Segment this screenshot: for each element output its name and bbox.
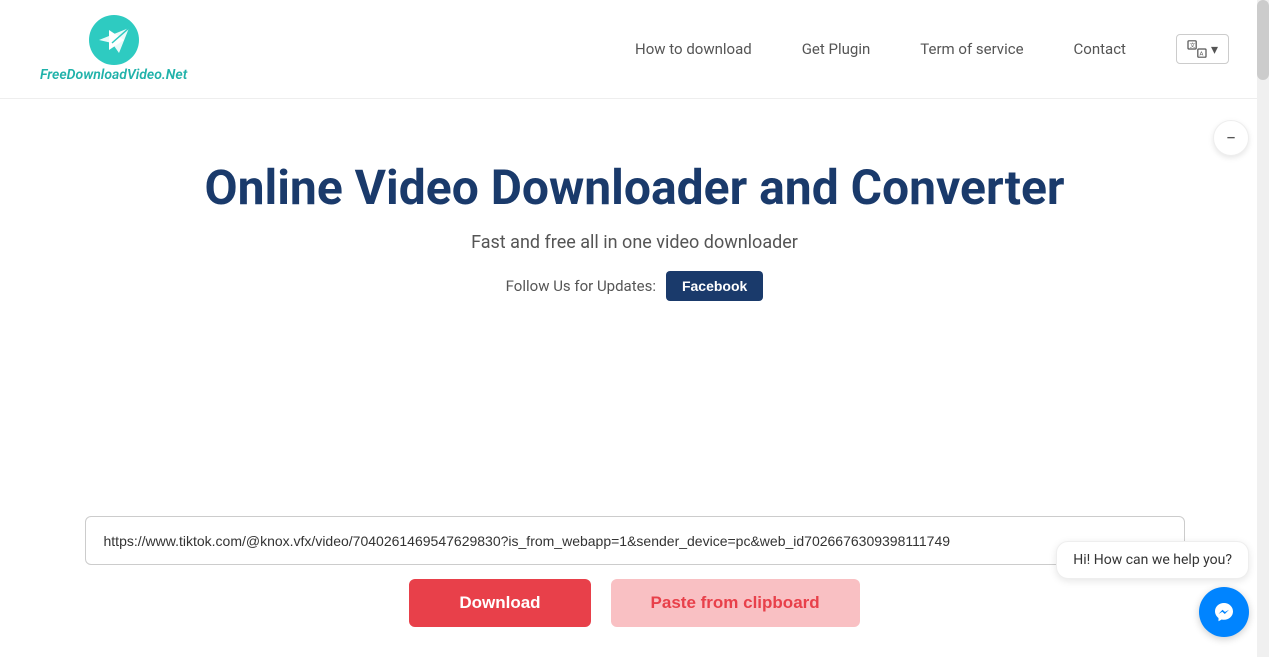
- logo-text: FreeDownloadVideo.Net: [40, 67, 187, 83]
- chat-bubble: Hi! How can we help you?: [1056, 541, 1249, 579]
- url-input-wrapper[interactable]: [85, 516, 1185, 565]
- follow-text: Follow Us for Updates:: [506, 277, 656, 295]
- chat-widget: Hi! How can we help you?: [1056, 541, 1249, 637]
- logo-icon: [89, 15, 139, 65]
- url-input[interactable]: [104, 533, 1166, 549]
- language-button[interactable]: 文 A ▾: [1176, 34, 1229, 64]
- nav-get-plugin[interactable]: Get Plugin: [802, 40, 871, 58]
- page-subtitle: Fast and free all in one video downloade…: [471, 232, 798, 253]
- action-buttons: Download Paste from clipboard: [409, 579, 859, 627]
- paste-button[interactable]: Paste from clipboard: [611, 579, 860, 627]
- minus-icon: −: [1226, 128, 1236, 149]
- scrollbar-thumb[interactable]: [1257, 0, 1269, 80]
- main-content: Online Video Downloader and Converter Fa…: [0, 99, 1269, 341]
- page-title: Online Video Downloader and Converter: [205, 159, 1065, 216]
- download-button[interactable]: Download: [409, 579, 590, 627]
- svg-text:A: A: [1199, 52, 1203, 58]
- header: FreeDownloadVideo.Net How to download Ge…: [0, 0, 1269, 99]
- nav-contact[interactable]: Contact: [1074, 40, 1126, 58]
- logo[interactable]: FreeDownloadVideo.Net: [40, 15, 187, 83]
- scrollbar-track: [1257, 0, 1269, 657]
- follow-area: Follow Us for Updates: Facebook: [506, 271, 764, 301]
- chat-icon[interactable]: [1199, 587, 1249, 637]
- minimize-button[interactable]: −: [1213, 120, 1249, 156]
- facebook-button[interactable]: Facebook: [666, 271, 763, 301]
- messenger-icon: [1210, 598, 1238, 626]
- translate-icon: 文 A: [1187, 40, 1207, 58]
- navigation: How to download Get Plugin Term of servi…: [635, 34, 1229, 64]
- lang-label: ▾: [1211, 41, 1218, 58]
- nav-term-of-service[interactable]: Term of service: [920, 40, 1023, 58]
- nav-how-to-download[interactable]: How to download: [635, 40, 752, 58]
- svg-text:文: 文: [1190, 41, 1196, 49]
